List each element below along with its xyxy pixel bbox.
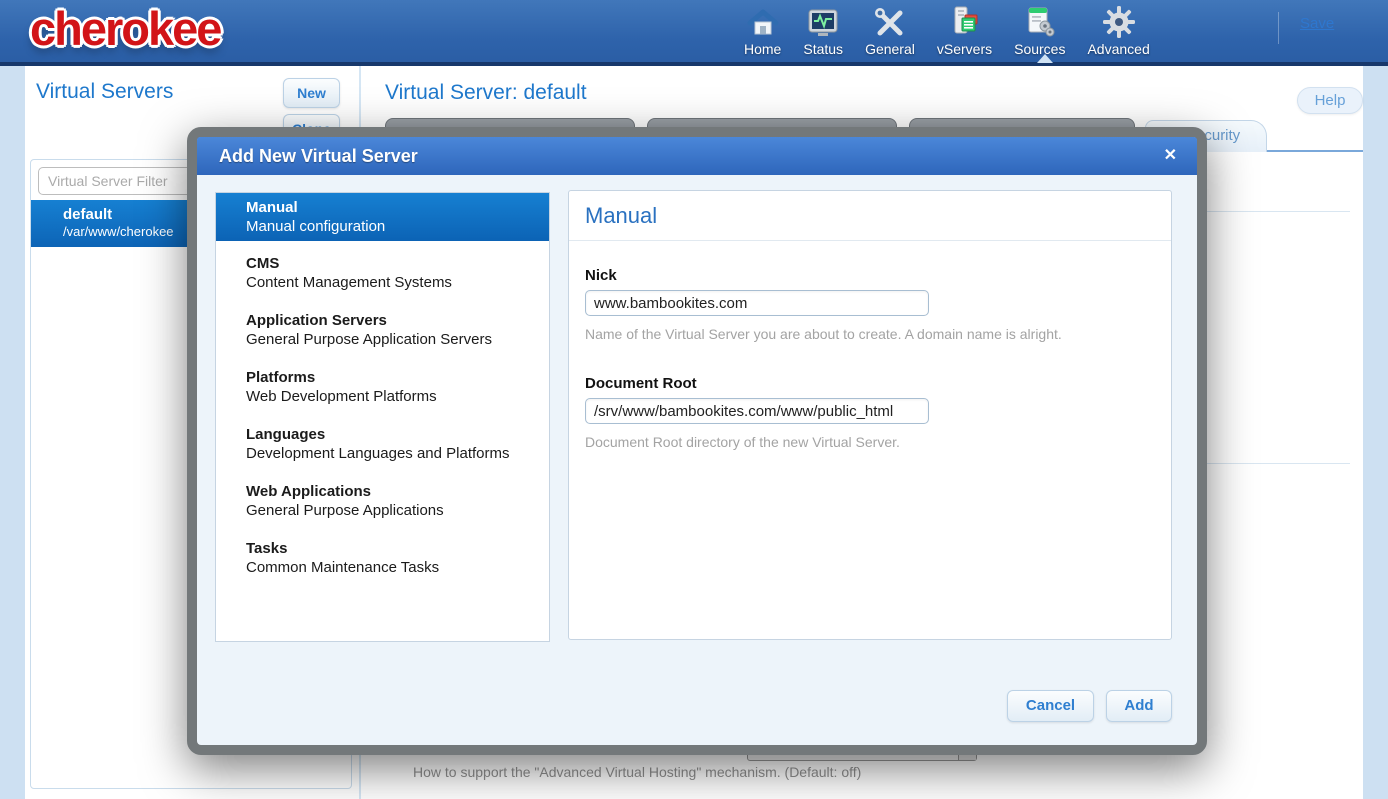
nav-label: vServers xyxy=(937,41,992,57)
panel-body: Nick Name of the Virtual Server you are … xyxy=(569,241,1171,509)
document-root-label: Document Root xyxy=(585,375,1155,392)
dialog-titlebar: Add New Virtual Server ✕ xyxy=(197,137,1197,175)
active-nav-notch xyxy=(1037,54,1053,63)
nav-item-vservers[interactable]: vServers xyxy=(937,5,992,57)
panel-title: Manual xyxy=(569,191,1171,241)
sources-icon xyxy=(1023,5,1057,39)
wizard-item-platforms[interactable]: Platforms Web Development Platforms xyxy=(216,363,549,411)
manual-config-panel: Manual Nick Name of the Virtual Server y… xyxy=(568,190,1172,640)
new-virtual-server-button[interactable]: New xyxy=(283,78,340,108)
nick-label: Nick xyxy=(585,267,1155,284)
app-header: cherokee Home Status General xyxy=(0,0,1388,66)
main-nav: Home Status General vServers xyxy=(744,5,1150,57)
vservers-icon xyxy=(946,5,982,39)
nick-field-group: Nick Name of the Virtual Server you are … xyxy=(585,267,1155,342)
wizard-item-tasks[interactable]: Tasks Common Maintenance Tasks xyxy=(216,534,549,582)
add-virtual-server-dialog: Add New Virtual Server ✕ Manual Manual c… xyxy=(187,127,1207,755)
sidebar-title: Virtual Servers xyxy=(36,80,173,104)
wizard-item-languages[interactable]: Languages Development Languages and Plat… xyxy=(216,420,549,468)
method-help-text: How to support the "Advanced Virtual Hos… xyxy=(413,764,861,780)
app-root: cherokee Home Status General xyxy=(0,0,1388,799)
wizard-item-cms[interactable]: CMS Content Management Systems xyxy=(216,249,549,297)
nick-input[interactable] xyxy=(585,290,929,316)
wizard-item-application-servers[interactable]: Application Servers General Purpose Appl… xyxy=(216,306,549,354)
dialog-title: Add New Virtual Server xyxy=(197,137,1197,175)
nav-item-status[interactable]: Status xyxy=(803,5,843,57)
save-link[interactable]: Save xyxy=(1300,15,1334,32)
header-divider xyxy=(1278,12,1279,44)
document-root-help-text: Document Root directory of the new Virtu… xyxy=(585,434,1155,450)
nav-item-sources[interactable]: Sources xyxy=(1014,5,1065,57)
nav-item-general[interactable]: General xyxy=(865,5,915,57)
wizard-category-list: Manual Manual configuration CMS Content … xyxy=(215,192,550,642)
nav-label: Status xyxy=(803,41,843,57)
nav-item-home[interactable]: Home xyxy=(744,5,781,57)
cherokee-logo[interactable]: cherokee xyxy=(30,1,220,56)
document-root-input[interactable] xyxy=(585,398,929,424)
document-root-field-group: Document Root Document Root directory of… xyxy=(585,375,1155,450)
advanced-icon xyxy=(1102,5,1136,39)
add-button[interactable]: Add xyxy=(1106,690,1172,722)
nav-label: General xyxy=(865,41,915,57)
wizard-item-web-applications[interactable]: Web Applications General Purpose Applica… xyxy=(216,477,549,525)
help-button[interactable]: Help xyxy=(1297,87,1363,114)
nav-label: Home xyxy=(744,41,781,57)
close-icon[interactable]: ✕ xyxy=(1164,137,1177,175)
nav-item-advanced[interactable]: Advanced xyxy=(1087,5,1149,57)
page-title: Virtual Server: default xyxy=(385,81,587,105)
status-icon xyxy=(805,5,841,39)
nav-label: Advanced xyxy=(1087,41,1149,57)
nick-help-text: Name of the Virtual Server you are about… xyxy=(585,326,1155,342)
cancel-button[interactable]: Cancel xyxy=(1007,690,1094,722)
general-icon xyxy=(873,5,907,39)
home-icon xyxy=(746,5,780,39)
wizard-item-manual[interactable]: Manual Manual configuration xyxy=(216,193,549,241)
